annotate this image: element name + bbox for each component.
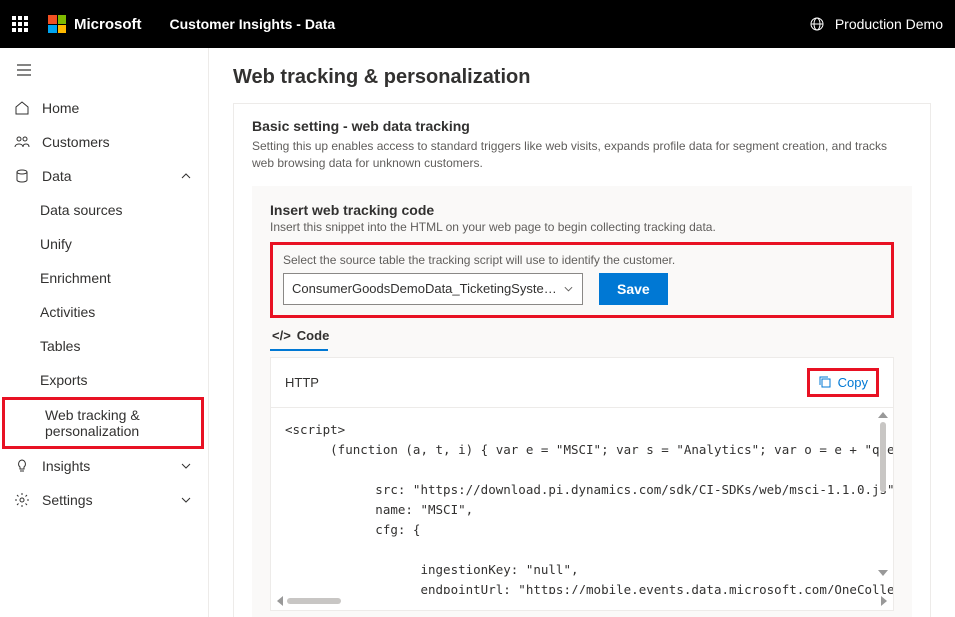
main-content: Web tracking & personalization Basic set…: [209, 48, 955, 617]
insert-subtitle: Insert this snippet into the HTML on you…: [270, 220, 894, 234]
vertical-scrollbar[interactable]: [875, 412, 891, 598]
sidebar: Home Customers Data Data sources Unify E…: [0, 48, 209, 617]
top-bar: Microsoft Customer Insights - Data Produ…: [0, 0, 955, 48]
sidebar-item-data[interactable]: Data: [0, 159, 208, 193]
sidebar-item-settings[interactable]: Settings: [0, 483, 208, 517]
code-snippet[interactable]: <script> (function (a, t, i) { var e = "…: [271, 408, 893, 594]
sidebar-item-activities[interactable]: Activities: [0, 295, 208, 329]
sidebar-item-data-sources[interactable]: Data sources: [0, 193, 208, 227]
sidebar-label: Data sources: [40, 202, 122, 218]
select-value: ConsumerGoodsDemoData_TicketingSystem_Co…: [292, 281, 563, 296]
sidebar-label: Web tracking & personalization: [45, 407, 185, 439]
chevron-down-icon: [563, 283, 574, 295]
code-panel: HTTP Copy <script> (function (a, t, i) {…: [270, 357, 894, 611]
chevron-down-icon: [180, 460, 192, 472]
code-tab[interactable]: </> Code: [270, 318, 894, 349]
highlight-active-nav: Web tracking & personalization: [2, 397, 204, 449]
tab-underline: [270, 349, 328, 351]
source-table-select[interactable]: ConsumerGoodsDemoData_TicketingSystem_Co…: [283, 273, 583, 305]
sidebar-item-customers[interactable]: Customers: [0, 125, 208, 159]
horizontal-scrollbar[interactable]: [271, 594, 893, 610]
card-description: Setting this up enables access to standa…: [252, 138, 912, 172]
save-button[interactable]: Save: [599, 273, 668, 305]
brand-text: Microsoft: [74, 16, 142, 33]
page-title: Web tracking & personalization: [233, 66, 931, 89]
environment-name[interactable]: Production Demo: [835, 16, 943, 32]
sidebar-label: Tables: [40, 338, 80, 354]
insert-title: Insert web tracking code: [270, 202, 894, 218]
sidebar-label: Insights: [42, 458, 90, 474]
environment-icon: [809, 16, 825, 32]
sidebar-label: Enrichment: [40, 270, 111, 286]
sidebar-label: Customers: [42, 134, 110, 150]
source-label: Select the source table the tracking scr…: [283, 253, 881, 267]
sidebar-item-tables[interactable]: Tables: [0, 329, 208, 363]
microsoft-logo-icon: [48, 15, 66, 33]
insert-code-panel: Insert web tracking code Insert this sni…: [252, 186, 912, 617]
microsoft-logo: Microsoft: [48, 15, 142, 33]
chevron-down-icon: [180, 494, 192, 506]
sidebar-label: Settings: [42, 492, 93, 508]
sidebar-label: Data: [42, 168, 72, 184]
settings-card: Basic setting - web data tracking Settin…: [233, 103, 931, 617]
home-icon: [14, 100, 30, 116]
code-language: HTTP: [285, 375, 319, 390]
chevron-up-icon: [180, 170, 192, 182]
sidebar-item-enrichment[interactable]: Enrichment: [0, 261, 208, 295]
sidebar-item-exports[interactable]: Exports: [0, 363, 208, 397]
insights-icon: [14, 458, 30, 474]
sidebar-label: Home: [42, 100, 79, 116]
highlight-copy-button: Copy: [807, 368, 879, 397]
copy-icon: [818, 375, 832, 389]
sidebar-item-home[interactable]: Home: [0, 91, 208, 125]
sidebar-item-web-tracking[interactable]: Web tracking & personalization: [5, 400, 201, 446]
data-icon: [14, 168, 30, 184]
card-title: Basic setting - web data tracking: [252, 118, 912, 134]
gear-icon: [14, 492, 30, 508]
sidebar-item-insights[interactable]: Insights: [0, 449, 208, 483]
code-tab-label: Code: [297, 328, 330, 343]
sidebar-label: Unify: [40, 236, 72, 252]
sidebar-item-unify[interactable]: Unify: [0, 227, 208, 261]
sidebar-toggle[interactable]: [0, 56, 208, 91]
app-title: Customer Insights - Data: [170, 16, 336, 32]
sidebar-label: Exports: [40, 372, 87, 388]
copy-button[interactable]: Copy: [818, 375, 868, 390]
customers-icon: [14, 134, 30, 150]
highlight-source-selector: Select the source table the tracking scr…: [270, 242, 894, 318]
copy-label: Copy: [838, 375, 868, 390]
sidebar-label: Activities: [40, 304, 95, 320]
app-launcher-icon[interactable]: [12, 16, 28, 32]
code-tab-icon: </>: [272, 328, 291, 343]
